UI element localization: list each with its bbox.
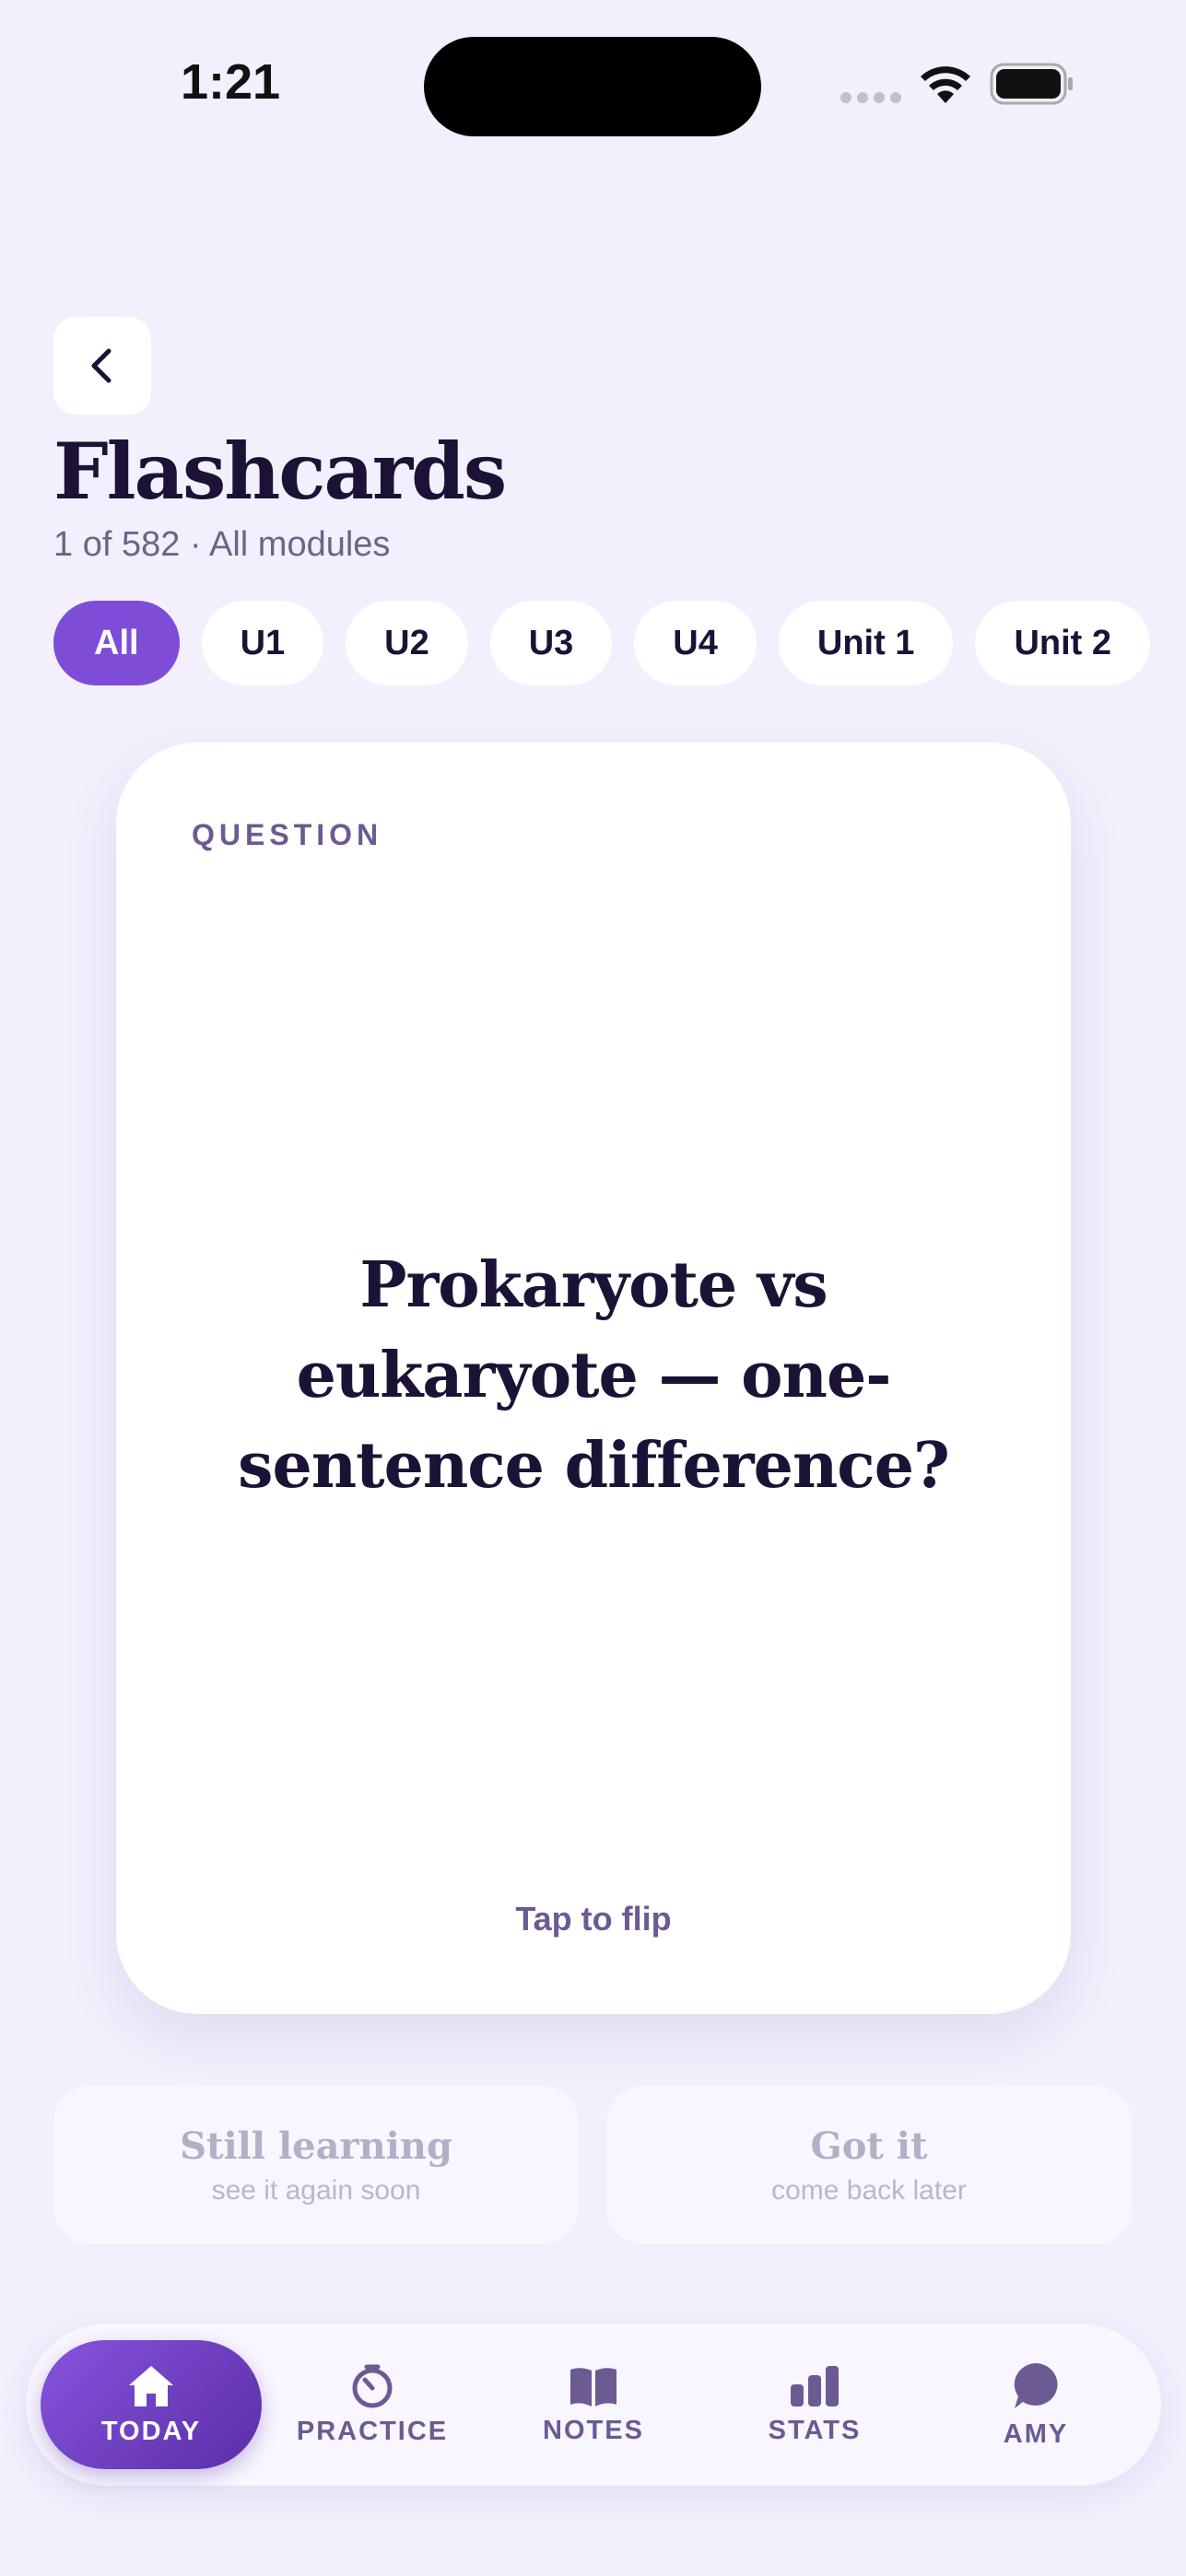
tab-notes[interactable]: NOTES — [483, 2340, 704, 2469]
card-side-label: QUESTION — [192, 818, 383, 851]
flashcard[interactable]: QUESTION Prokaryote vs eukaryote — one-s… — [116, 743, 1071, 2014]
tab-today[interactable]: TODAY — [41, 2340, 262, 2469]
got-it-label: Got it — [810, 2124, 928, 2168]
module-filter-chips: All U1 U2 U3 U4 Unit 1 Unit 2 — [53, 601, 1150, 685]
got-it-sublabel: come back later — [771, 2174, 967, 2206]
timer-icon — [352, 2364, 393, 2407]
chip-u3[interactable]: U3 — [489, 601, 613, 685]
chip-u4[interactable]: U4 — [634, 601, 757, 685]
still-learning-sublabel: see it again soon — [211, 2174, 421, 2206]
battery-icon — [990, 63, 1073, 105]
tab-practice[interactable]: PRACTICE — [262, 2340, 483, 2469]
chip-u2[interactable]: U2 — [346, 601, 468, 685]
wifi-icon — [921, 66, 970, 103]
cellular-signal-icon — [840, 92, 901, 103]
still-learning-label: Still learning — [180, 2124, 452, 2168]
chip-unit-1[interactable]: Unit 1 — [778, 601, 954, 685]
home-icon — [129, 2365, 173, 2406]
tab-stats-label: STATS — [768, 2415, 862, 2445]
chip-all[interactable]: All — [53, 601, 180, 685]
chat-bubble-icon — [1014, 2362, 1058, 2408]
bottom-tab-bar: TODAY PRACTICE NOTES STATS AMY — [26, 2324, 1161, 2486]
book-icon — [570, 2367, 616, 2406]
chevron-left-icon — [91, 348, 112, 383]
tab-stats[interactable]: STATS — [704, 2340, 925, 2469]
tab-amy[interactable]: AMY — [925, 2340, 1146, 2469]
tab-practice-label: PRACTICE — [296, 2416, 449, 2446]
back-button[interactable] — [53, 317, 151, 415]
still-learning-button[interactable]: Still learning see it again soon — [53, 2086, 579, 2244]
got-it-button[interactable]: Got it come back later — [606, 2086, 1132, 2244]
tap-to-flip-hint: Tap to flip — [515, 1900, 672, 1938]
dynamic-island — [424, 37, 761, 136]
card-progress-subtitle: 1 of 582 · All modules — [53, 525, 391, 564]
chip-unit-2[interactable]: Unit 2 — [975, 601, 1150, 685]
page-title: Flashcards — [53, 426, 507, 517]
tab-today-label: TODAY — [100, 2416, 202, 2446]
status-time: 1:21 — [181, 54, 281, 110]
card-question-text: Prokaryote vs eukaryote — one-sentence d… — [238, 1248, 950, 1503]
tab-amy-label: AMY — [1003, 2418, 1069, 2449]
tab-notes-label: NOTES — [543, 2415, 644, 2445]
chip-u1[interactable]: U1 — [201, 601, 324, 685]
bar-chart-icon — [791, 2365, 839, 2406]
